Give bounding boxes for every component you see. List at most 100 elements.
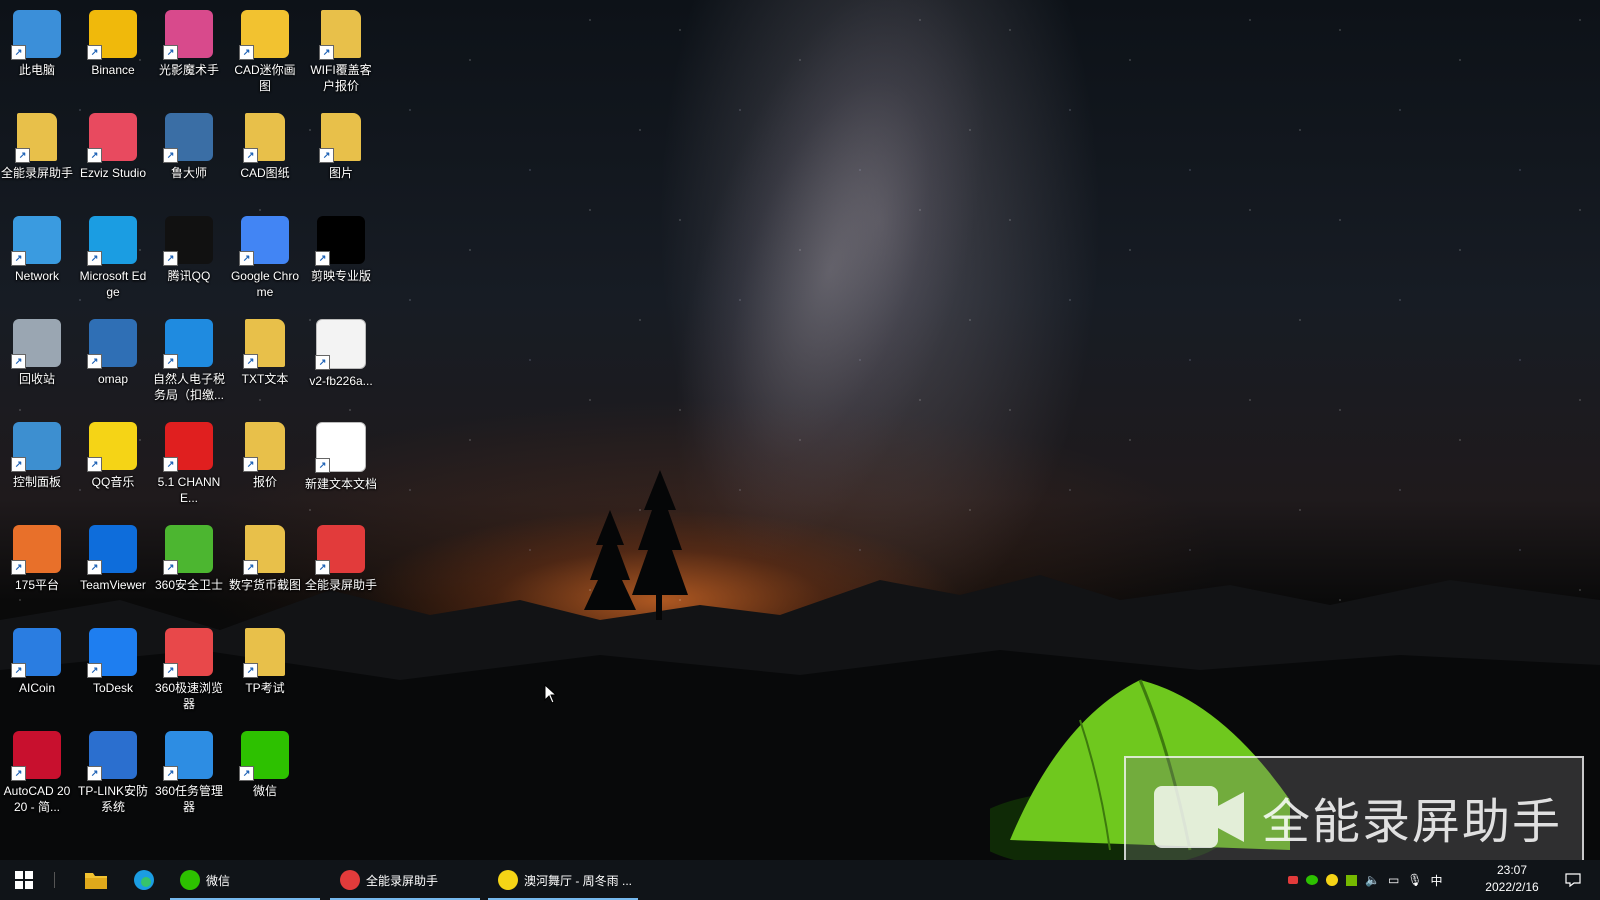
desktop-icon[interactable]: ↗ 腾讯QQ — [152, 210, 226, 310]
desktop-icon[interactable]: ↗ v2-fb226a... — [304, 313, 378, 413]
desktop-icon-label: TeamViewer — [80, 578, 146, 592]
shortcut-arrow-icon: ↗ — [315, 560, 330, 575]
taskbar-app-button[interactable]: 微信 — [170, 860, 320, 900]
desktop-icon-label: 数字货币截图 — [229, 578, 302, 592]
desktop-icon[interactable]: ↗ TP考试 — [228, 622, 302, 722]
desktop-icon-label: 此电脑 — [18, 63, 55, 77]
desktop-icon-label: ToDesk — [92, 681, 133, 695]
desktop-icon[interactable]: ↗ 5.1 CHANNE... — [152, 416, 226, 516]
desktop-icon[interactable]: ↗ Ezviz Studio — [76, 107, 150, 207]
action-center-button[interactable] — [1556, 860, 1590, 900]
desktop-icon[interactable]: ↗ ToDesk — [76, 622, 150, 722]
ezviz-icon: ↗ — [87, 113, 137, 163]
tax-bureau-icon: ↗ — [163, 319, 213, 369]
desktop-icon-label: Google Chrome — [230, 269, 300, 299]
desktop-icon[interactable]: ↗ AICoin — [0, 622, 74, 722]
folder-icon: ↗ — [243, 525, 285, 575]
desktop-icon[interactable]: ↗ 全能录屏助手 — [0, 107, 74, 207]
desktop-icon[interactable]: ↗ 此电脑 — [0, 4, 74, 104]
desktop-icon-label: 控制面板 — [12, 475, 61, 489]
desktop-icon[interactable]: ↗ 自然人电子税务局（扣缴... — [152, 313, 226, 413]
360-task-manager-icon: ↗ — [163, 731, 213, 781]
shortcut-arrow-icon: ↗ — [315, 355, 330, 370]
shortcut-arrow-icon: ↗ — [87, 251, 102, 266]
desktop-icon-label: 360安全卫士 — [154, 578, 224, 592]
desktop-icon[interactable]: ↗ 360安全卫士 — [152, 519, 226, 619]
desktop-icon-label: 全能录屏助手 — [305, 578, 378, 592]
desktop-icon[interactable]: ↗ 新建文本文档 — [304, 416, 378, 516]
text-document-icon: ↗ — [315, 422, 366, 473]
cad-mini-draw-icon: ↗ — [239, 10, 289, 60]
360-browser-icon: ↗ — [163, 628, 213, 678]
desktop-icon[interactable]: ↗ 数字货币截图 — [228, 519, 302, 619]
desktop-icon[interactable]: ↗ 360极速浏览器 — [152, 622, 226, 722]
desktop-icon[interactable]: ↗ 回收站 — [0, 313, 74, 413]
shortcut-arrow-icon: ↗ — [163, 560, 178, 575]
ime-indicator[interactable]: 中 — [1431, 872, 1443, 889]
taskbar-app-label: 全能录屏助手 — [366, 873, 439, 888]
desktop-icon[interactable]: ↗ QQ音乐 — [76, 416, 150, 516]
desktop-icon[interactable]: ↗ WIFI覆盖客户报价 — [304, 4, 378, 104]
shortcut-arrow-icon: ↗ — [11, 663, 26, 678]
shortcut-arrow-icon: ↗ — [163, 148, 178, 163]
volume-icon[interactable]: 🔈 — [1365, 873, 1380, 887]
start-button[interactable] — [0, 860, 48, 900]
desktop-icon[interactable]: ↗ 光影魔术手 — [152, 4, 226, 104]
system-tray: 🔈 ▭ 🎙 中 — [1284, 860, 1447, 900]
desktop-icon-label: 360任务管理器 — [154, 784, 224, 814]
desktop-icon[interactable]: ↗ 报价 — [228, 416, 302, 516]
folder-icon: ↗ — [243, 628, 285, 678]
clock-time: 23:07 — [1496, 863, 1528, 877]
desktop-icon[interactable]: ↗ Network — [0, 210, 74, 310]
desktop-icon[interactable]: ↗ 175平台 — [0, 519, 74, 619]
taskbar-app-button[interactable]: 全能录屏助手 — [330, 860, 480, 900]
desktop-icon[interactable]: ↗ 360任务管理器 — [152, 725, 226, 825]
watermark-overlay: 全能录屏助手 — [1124, 756, 1584, 877]
desktop-icon[interactable]: ↗ TeamViewer — [76, 519, 150, 619]
taskbar-clock[interactable]: 23:07 2022/2/16 — [1472, 862, 1552, 896]
video-camera-icon — [1154, 785, 1244, 848]
network-icon: ↗ — [11, 216, 61, 266]
ludashi-icon: ↗ — [163, 113, 213, 163]
desktop-icon[interactable]: ↗ 微信 — [228, 725, 302, 825]
nvidia-tray-icon[interactable] — [1346, 874, 1357, 886]
desktop-icon[interactable]: ↗ TP-LINK安防系统 — [76, 725, 150, 825]
desktop-icon[interactable]: ↗ 控制面板 — [0, 416, 74, 516]
windows-logo-icon — [15, 871, 33, 889]
desktop-icon[interactable]: ↗ 图片 — [304, 107, 378, 207]
desktop-icon[interactable]: ↗ Binance — [76, 4, 150, 104]
shortcut-arrow-icon: ↗ — [11, 766, 26, 781]
microphone-icon[interactable]: 🎙 — [1407, 873, 1422, 887]
image-file-icon: ↗ — [315, 319, 366, 370]
desktop-icon-label: 腾讯QQ — [167, 269, 211, 283]
desktop-icon[interactable]: ↗ CAD图纸 — [228, 107, 302, 207]
teamviewer-icon: ↗ — [87, 525, 137, 575]
recorder-tray-icon[interactable] — [1288, 876, 1298, 884]
network-tray-icon[interactable]: ▭ — [1388, 873, 1399, 887]
desktop-icon-label: 微信 — [252, 784, 277, 798]
desktop-icon[interactable]: ↗ 鲁大师 — [152, 107, 226, 207]
file-explorer-button[interactable] — [74, 860, 118, 900]
qq-music-tray-icon[interactable] — [1326, 874, 1338, 886]
shortcut-arrow-icon: ↗ — [243, 457, 258, 472]
desktop-icon-label: 175平台 — [14, 578, 60, 592]
shortcut-arrow-icon: ↗ — [87, 560, 102, 575]
desktop-icon[interactable]: ↗ CAD迷你画图 — [228, 4, 302, 104]
shortcut-arrow-icon: ↗ — [11, 251, 26, 266]
desktop-icon[interactable]: ↗ Microsoft Edge — [76, 210, 150, 310]
desktop-icon-label: Network — [14, 269, 59, 283]
edge-button[interactable] — [122, 860, 166, 900]
desktop-icon-label: CAD图纸 — [240, 166, 290, 180]
notification-icon — [1565, 873, 1581, 887]
taskbar-app-button[interactable]: 澳河舞厅 - 周冬雨 ... — [488, 860, 638, 900]
shortcut-arrow-icon: ↗ — [243, 354, 258, 369]
desktop-icon-label: omap — [97, 372, 129, 386]
desktop-icon[interactable]: ↗ AutoCAD 2020 - 简... — [0, 725, 74, 825]
desktop-icon[interactable]: ↗ TXT文本 — [228, 313, 302, 413]
desktop-icon[interactable]: ↗ 剪映专业版 — [304, 210, 378, 310]
desktop-icon[interactable]: ↗ omap — [76, 313, 150, 413]
folder-icon — [85, 873, 107, 889]
desktop-icon[interactable]: ↗ Google Chrome — [228, 210, 302, 310]
wechat-tray-icon[interactable] — [1306, 875, 1318, 885]
desktop-icon[interactable]: ↗ 全能录屏助手 — [304, 519, 378, 619]
